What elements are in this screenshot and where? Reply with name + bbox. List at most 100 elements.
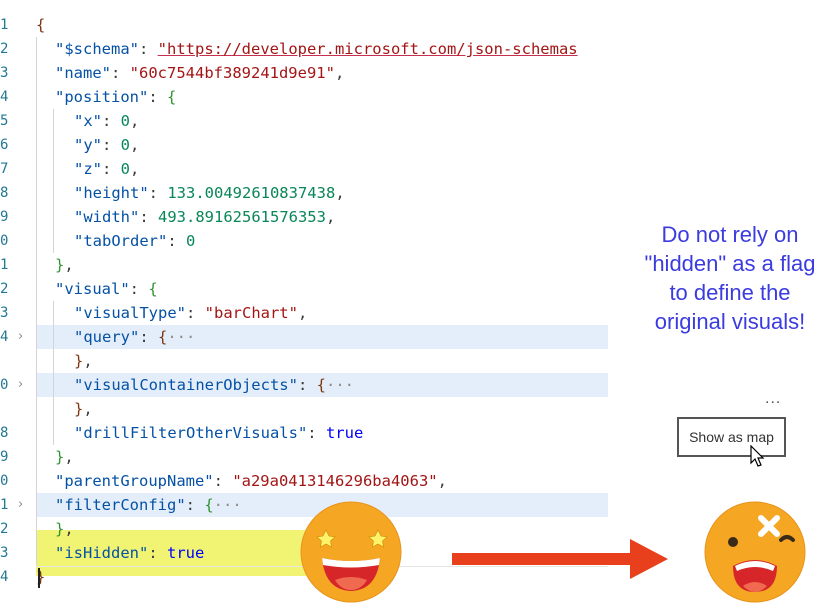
code-token: "z" [74,160,102,178]
code-line[interactable]: 9}, [0,445,610,469]
indent-guide [36,37,37,565]
fold-chevron-icon[interactable]: › [18,493,23,517]
code-token: "barChart" [204,304,298,322]
code-line[interactable]: 0 › "visualContainerObjects": {··· [0,373,610,397]
line-number: 8 [0,185,9,201]
code-line[interactable]: 7 "z": 0, [0,157,610,181]
code-token: } [74,400,84,418]
code-token: , [130,112,140,130]
code-token: { [204,496,214,514]
code-line[interactable]: 1}, [0,253,610,277]
code-text: "name": "60c7544bf389241d9e91", [55,61,344,85]
code-line[interactable]: 5 "x": 0, [0,109,610,133]
code-token: "width" [74,208,140,226]
line-number: 4 [0,569,9,585]
code-token: , [64,448,74,466]
code-line[interactable]: 8 "height": 133.00492610837438, [0,181,610,205]
code-token: : [297,376,317,394]
code-token: , [335,184,345,202]
code-text: }, [55,445,74,469]
code-line[interactable]: 3 "name": "60c7544bf389241d9e91", [0,61,610,85]
code-line[interactable]: 0 "parentGroupName": "a29a0413146296ba406… [0,469,610,493]
line-number: 7 [0,161,9,177]
indent-guide [53,109,54,253]
code-line[interactable]: 6 "y": 0, [0,133,610,157]
code-text: "tabOrder": 0 [74,229,195,253]
code-token: "a29a0413146296ba4063" [232,472,438,490]
code-token: : [213,472,233,490]
code-text: }, [74,349,93,373]
code-token: { [158,328,168,346]
code-token: "query" [74,328,140,346]
more-options-icon[interactable]: ... [765,390,781,408]
indent-guide [53,301,54,445]
code-token: , [334,64,345,82]
code-token: : [139,328,158,346]
line-number: 4 [0,89,9,105]
line-number: 2 [0,41,9,57]
code-text: "y": 0, [74,133,139,157]
line-number: 0 [0,473,9,489]
fold-chevron-icon[interactable]: › [18,325,23,349]
code-token: , [64,256,74,274]
code-token: ··· [213,496,242,514]
line-number: 1 [0,497,9,513]
code-text: { [36,13,45,37]
code-line[interactable]: 3 "visualType": "barChart", [0,301,610,325]
code-text: }, [74,397,93,421]
code-token: "visualContainerObjects" [74,376,298,394]
code-line[interactable]: 2 "$schema": "https://developer.microsoft… [0,37,610,61]
code-text: "drillFilterOtherVisuals": true [74,421,363,445]
code-line[interactable]: 8 "drillFilterOtherVisuals": true [0,421,610,445]
code-line[interactable]: }, [0,397,610,421]
code-token: "y" [74,136,102,154]
code-token: 493.89162561576353 [158,208,326,226]
line-number: 3 [0,65,9,81]
line-number: 5 [0,113,9,129]
code-token: } [55,256,65,274]
code-text: "query": {··· [74,325,195,349]
code-text: }, [55,517,74,541]
code-text: "width": 493.89162561576353, [74,205,335,229]
code-line[interactable]: 9 "width": 493.89162561576353, [0,205,610,229]
code-token: 0 [186,232,196,250]
code-token: : [307,424,326,442]
code-text: "x": 0, [74,109,139,133]
code-token: , [325,208,336,226]
line-number: 0 [0,233,9,249]
code-token: : [111,64,130,82]
code-token: "60c7544bf389241d9e91" [129,64,335,82]
code-token: ··· [325,376,354,394]
code-token: "visual" [55,280,130,298]
code-line[interactable]: 4 "position": { [0,85,610,109]
code-token: "name" [55,64,111,82]
code-text: "parentGroupName": "a29a0413146296ba4063… [55,469,447,493]
code-token: } [55,520,65,538]
dizzy-scared-emoji-icon [704,501,806,603]
code-token: : [148,544,167,562]
code-token: : [102,112,121,130]
code-text: }, [55,253,74,277]
code-text: "height": 133.00492610837438, [74,181,345,205]
code-line[interactable]: 4 › "query": {··· [0,325,610,349]
code-token: { [316,376,326,394]
show-as-map-button[interactable]: Show as map [677,417,786,457]
code-token: , [83,400,93,418]
line-number: 8 [0,425,9,441]
line-number: 3 [0,545,9,561]
code-line[interactable]: 0 "tabOrder": 0 [0,229,610,253]
text-cursor [38,568,40,588]
code-line[interactable]: 2 "visual": { [0,277,610,301]
fold-chevron-icon[interactable]: › [18,373,23,397]
code-token: "height" [74,184,149,202]
code-text: "isHidden": true [55,541,204,565]
code-line[interactable]: 1{ [0,13,610,37]
code-token: 0 [120,160,131,178]
code-token: , [297,304,308,322]
code-token: : [185,304,205,322]
code-token: : [185,496,205,514]
line-number: 2 [0,281,9,297]
code-line[interactable]: }, [0,349,610,373]
line-number: 6 [0,137,9,153]
code-text: "visualContainerObjects": {··· [74,373,354,397]
